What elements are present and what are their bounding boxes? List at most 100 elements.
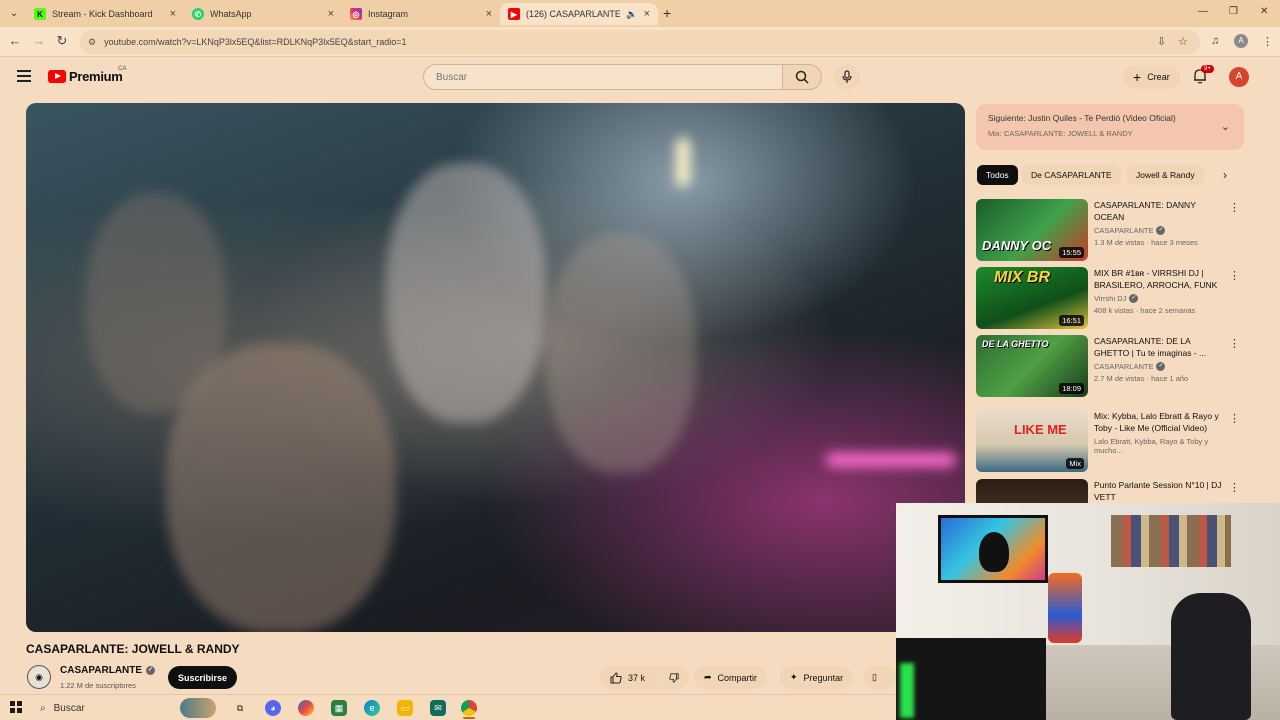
recommendation-item[interactable]: DE LA GHETTO 18:09 CASAPARLANTE: DE LA G… <box>976 335 1244 397</box>
chip-artist[interactable]: Jowell & Randy <box>1127 165 1204 185</box>
windows-start-icon[interactable] <box>10 701 22 713</box>
recommendation-title[interactable]: CASAPARLANTE: DANNY OCEAN <box>1094 199 1226 223</box>
chip-all[interactable]: Todos <box>977 165 1018 185</box>
ask-label: Preguntar <box>803 672 844 683</box>
voice-search-button[interactable] <box>834 64 860 90</box>
browser-tab-youtube[interactable]: ▶ (126) CASAPARLANTE: JOW 🔈 × <box>500 3 658 25</box>
more-options-icon[interactable]: ⋮ <box>1229 481 1240 494</box>
browser-tab-whatsapp[interactable]: ✆ WhatsApp × <box>184 3 342 25</box>
widgets-icon[interactable] <box>180 698 216 718</box>
discord-icon[interactable]: ◕ <box>265 700 281 716</box>
video-thumbnail[interactable] <box>976 479 1088 503</box>
channel-name-row[interactable]: CASAPARLANTE ✓ <box>60 665 156 676</box>
install-app-icon[interactable]: ⇩ <box>1157 35 1166 48</box>
recommendation-channel[interactable]: CASAPARLANTE <box>1094 362 1153 371</box>
more-options-icon[interactable]: ⋮ <box>1229 412 1240 425</box>
recommendation-channel[interactable]: Virrshi DJ <box>1094 294 1126 303</box>
close-tab-icon[interactable]: × <box>486 8 492 20</box>
browser-tab-kick[interactable]: K Stream - Kick Dashboard × <box>26 3 184 25</box>
more-options-icon[interactable]: ⋮ <box>1229 337 1240 350</box>
account-avatar[interactable]: A <box>1229 67 1249 87</box>
recommendation-channel[interactable]: CASAPARLANTE <box>1094 226 1153 235</box>
dislike-button[interactable] <box>659 666 689 689</box>
minimize-icon[interactable]: — <box>1198 6 1208 17</box>
create-button[interactable]: + Crear <box>1123 65 1180 89</box>
speaker-icon[interactable]: 🔈 <box>626 9 637 20</box>
back-icon[interactable]: ← <box>6 33 24 48</box>
search-input[interactable] <box>436 71 782 83</box>
video-player[interactable] <box>26 103 965 632</box>
video-thumbnail[interactable]: DANNY OC 15:55 <box>976 199 1088 261</box>
video-thumbnail[interactable]: LIKE ME Mix <box>976 410 1088 472</box>
share-button[interactable]: ➦ Compartir <box>694 666 768 689</box>
edge-icon[interactable]: e <box>364 700 380 716</box>
video-thumbnail[interactable]: DE LA GHETTO 18:09 <box>976 335 1088 397</box>
subscribe-button[interactable]: Suscribirse <box>168 666 238 689</box>
reload-icon[interactable]: ↻ <box>53 33 71 49</box>
chevron-down-icon[interactable]: ⌄ <box>1221 120 1230 133</box>
ask-button[interactable]: ✦ Preguntar <box>780 666 854 689</box>
forward-icon[interactable]: → <box>30 33 48 48</box>
chevron-right-icon[interactable]: › <box>1223 168 1227 182</box>
new-tab-button[interactable]: + <box>663 5 671 21</box>
up-next-panel[interactable]: Siguiente: Justin Quiles - Te Perdió (Vi… <box>976 104 1244 150</box>
task-view-icon[interactable]: ⧉ <box>232 700 248 716</box>
like-button[interactable]: 37 k <box>600 666 658 689</box>
mail-icon[interactable]: ✉ <box>430 700 446 716</box>
chip-from-channel[interactable]: De CASAPARLANTE <box>1022 165 1121 185</box>
share-icon: ➦ <box>704 672 712 682</box>
recommendation-title[interactable]: Punto Parlante Session N°10 | DJ VETT <box>1094 479 1226 503</box>
menu-icon[interactable] <box>17 70 31 85</box>
browser-tab-instagram[interactable]: ◎ Instagram × <box>342 3 500 25</box>
more-options-icon[interactable]: ⋮ <box>1229 269 1240 282</box>
media-control-icon[interactable]: ♫ <box>1211 35 1219 47</box>
chrome-icon[interactable] <box>461 700 477 716</box>
bookmark-icon: ▯ <box>872 672 877 682</box>
thumbs-down-icon <box>669 672 679 683</box>
sparkle-icon: ✦ <box>790 672 798 682</box>
recommendation-channel[interactable]: Lalo Ebratt, Kybba, Rayo & Toby y mucho.… <box>1094 437 1226 455</box>
site-info-icon[interactable]: ⚙ <box>88 37 96 48</box>
address-bar[interactable]: ⚙ youtube.com/watch?v=LKNqP3lx5EQ&list=R… <box>80 30 1200 54</box>
more-options-icon[interactable]: ⋮ <box>1229 201 1240 214</box>
file-explorer-icon[interactable]: ▭ <box>397 700 413 716</box>
bookmark-star-icon[interactable]: ☆ <box>1178 35 1188 48</box>
youtube-premium-logo[interactable]: Premium CA <box>48 66 127 84</box>
save-button[interactable]: ▯ <box>864 666 896 689</box>
video-thumbnail[interactable]: MIX BR 16:51 <box>976 267 1088 329</box>
tab-search-icon[interactable]: ⌄ <box>6 6 22 22</box>
close-tab-icon[interactable]: × <box>328 8 334 20</box>
browser-profile-avatar[interactable]: A <box>1234 34 1248 48</box>
store-icon[interactable]: ▦ <box>331 700 347 716</box>
whatsapp-icon: ✆ <box>192 8 204 20</box>
search-field[interactable] <box>423 64 783 90</box>
recommendation-item[interactable]: MIX BR 16:51 MIX BR #1ʙʀ - VIRRSHI DJ | … <box>976 267 1244 329</box>
close-window-icon[interactable]: ✕ <box>1260 6 1268 17</box>
browser-toolbar: ← → ↻ ⚙ youtube.com/watch?v=LKNqP3lx5EQ&… <box>0 27 1280 57</box>
recommendation-title[interactable]: MIX BR #1ʙʀ - VIRRSHI DJ | BRASILERO, AR… <box>1094 267 1226 291</box>
thumbnail-text: DE LA GHETTO <box>982 339 1049 349</box>
collectibles-shelf <box>1111 515 1231 567</box>
browser-menu-icon[interactable]: ⋮ <box>1262 35 1273 48</box>
tab-title: (126) CASAPARLANTE: JOW <box>526 9 621 19</box>
recommendation-title[interactable]: CASAPARLANTE: DE LA GHETTO | Tu te imagi… <box>1094 335 1226 359</box>
country-code: CA <box>118 66 127 72</box>
restore-icon[interactable]: ❐ <box>1229 6 1238 17</box>
recommendation-title[interactable]: Mix: Kybba, Lalo Ebratt & Rayo y Toby - … <box>1094 410 1226 434</box>
recommendation-item[interactable]: Punto Parlante Session N°10 | DJ VETT ⋮ <box>976 479 1244 503</box>
scene-figure <box>86 193 226 413</box>
close-tab-icon[interactable]: × <box>170 8 176 20</box>
search-button[interactable] <box>782 64 822 90</box>
verified-check-icon: ✓ <box>1156 226 1166 235</box>
close-tab-icon[interactable]: × <box>644 8 650 20</box>
recommendation-item[interactable]: DANNY OC 15:55 CASAPARLANTE: DANNY OCEAN… <box>976 199 1244 261</box>
recommendation-item[interactable]: LIKE ME Mix Mix: Kybba, Lalo Ebratt & Ra… <box>976 410 1244 472</box>
tab-title: WhatsApp <box>210 9 252 19</box>
instagram-icon: ◎ <box>350 8 362 20</box>
copilot-icon[interactable] <box>298 700 314 716</box>
notifications-button[interactable]: 9+ <box>1193 65 1214 89</box>
channel-name[interactable]: CASAPARLANTE <box>60 665 142 676</box>
webcam-overlay <box>896 503 1280 720</box>
up-next-mix: Mix: CASAPARLANTE: JOWELL & RANDY <box>988 129 1133 138</box>
channel-avatar[interactable]: ◉ <box>27 665 51 689</box>
